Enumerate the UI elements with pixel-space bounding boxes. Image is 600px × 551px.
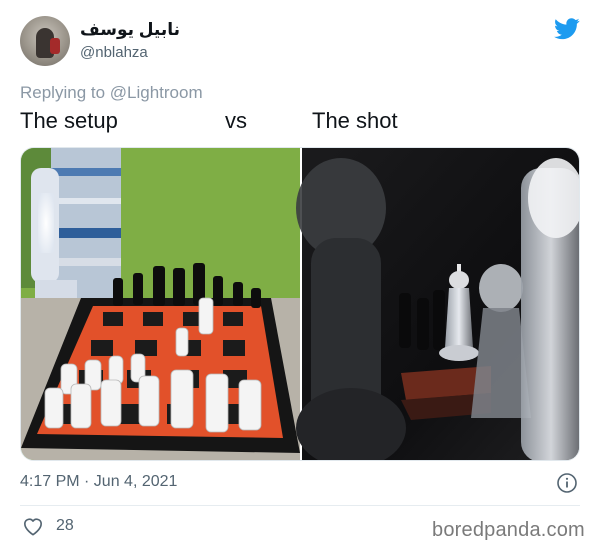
timestamp[interactable]: 4:17 PM · Jun 4, 2021 bbox=[20, 473, 177, 491]
twitter-bird-icon[interactable] bbox=[554, 18, 580, 40]
display-name[interactable]: نابيل يوسف bbox=[80, 20, 180, 40]
heart-icon[interactable] bbox=[22, 516, 44, 536]
tweet-text-shot: The shot bbox=[312, 108, 398, 133]
like-count[interactable]: 28 bbox=[56, 517, 74, 535]
user-handle[interactable]: @nblahza bbox=[80, 44, 148, 61]
tweet-media[interactable] bbox=[20, 147, 580, 461]
tweet-text: The setup vs The shot bbox=[20, 108, 580, 136]
replying-to-label[interactable]: Replying to @Lightroom bbox=[20, 83, 203, 103]
avatar-bag bbox=[50, 38, 60, 54]
media-svg bbox=[21, 148, 579, 460]
tweet-text-setup: The setup bbox=[20, 108, 118, 133]
tweet-text-vs: vs bbox=[225, 108, 247, 133]
avatar[interactable] bbox=[20, 16, 70, 66]
tweet-card: نابيل يوسف @nblahza Replying to @Lightro… bbox=[0, 0, 600, 551]
divider bbox=[20, 505, 580, 506]
watermark: boredpanda.com bbox=[432, 519, 585, 541]
setup-photo bbox=[21, 148, 300, 460]
info-icon[interactable] bbox=[556, 472, 578, 494]
shot-photo bbox=[296, 148, 579, 460]
